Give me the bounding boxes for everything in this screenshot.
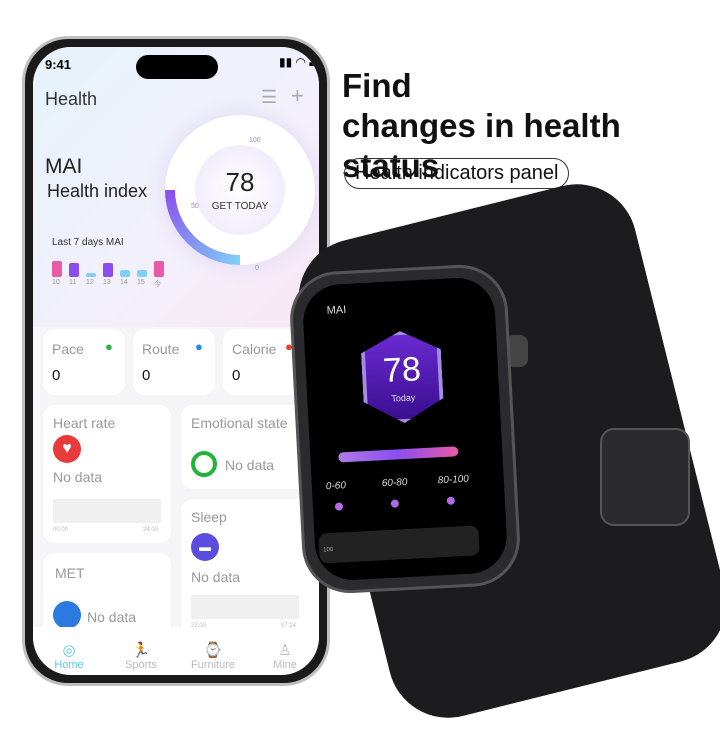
tag-pill: Health indicators panel <box>344 158 570 189</box>
sleep-chart <box>191 595 299 619</box>
page-title: Health <box>45 89 98 109</box>
watch-score: 78 <box>382 350 422 391</box>
week-day: 15 <box>137 279 145 286</box>
stat-card-pace[interactable]: Pace ● 0 <box>43 329 125 395</box>
tick-100: 100 <box>249 137 261 144</box>
stat-value: 0 <box>52 367 61 384</box>
layout-icon[interactable]: ☰ <box>261 87 277 108</box>
week-day: 10 <box>52 279 60 286</box>
heart-rate-card[interactable]: Heart rate ♥ No data 00:00 24:00 <box>43 405 171 543</box>
add-icon[interactable]: + <box>291 83 304 109</box>
phone-screen: 9:41 ▮▮ ◠ ▬ Health ☰ + MAI Health index … <box>33 47 319 675</box>
stat-label: Route <box>142 341 180 357</box>
heart-icon: ♥ <box>53 435 81 463</box>
shoe-icon: ● <box>105 339 113 354</box>
week-days: 10 11 12 13 14 15 今 <box>52 279 172 289</box>
watch-screen: MAI 78 Today 100 0-60 60-80 80-100 <box>301 276 509 582</box>
card-title: MET <box>55 565 85 581</box>
tab-furniture[interactable]: ⌚ Furniture <box>183 641 243 671</box>
stat-label: Pace <box>52 341 84 357</box>
headline-line1: Find <box>342 67 412 104</box>
week-bar <box>103 262 113 277</box>
mai-gauge: 78 GET TODAY 100 50 0 <box>165 115 315 272</box>
card-status: No data <box>53 469 103 485</box>
week-day: 12 <box>86 279 94 286</box>
heart-chart <box>53 499 161 523</box>
tab-label: Home <box>54 659 84 671</box>
dynamic-island <box>136 55 218 79</box>
week-label: Last 7 days MAI <box>52 237 124 248</box>
phone: 9:41 ▮▮ ◠ ▬ Health ☰ + MAI Health index … <box>22 36 330 686</box>
tab-label: Mine <box>273 659 297 671</box>
sleep-card[interactable]: Sleep ▬ No data 22:00 07:24 <box>181 499 319 639</box>
tab-sports[interactable]: 🏃 Sports <box>111 641 171 671</box>
stat-value: 0 <box>142 367 151 384</box>
watch-title: MAI <box>326 303 347 317</box>
sports-icon: 🏃 <box>131 642 151 659</box>
score: 78 <box>225 167 255 197</box>
mai-label: MAI <box>45 155 83 178</box>
tick-50: 50 <box>191 203 199 210</box>
user-icon: ♙ <box>278 642 292 659</box>
met-icon <box>53 601 81 629</box>
range-dot <box>334 502 344 511</box>
tab-mine[interactable]: ♙ Mine <box>255 641 315 671</box>
card-title: Sleep <box>191 509 227 525</box>
status-time: 9:41 <box>45 57 72 72</box>
week-bar <box>120 269 130 277</box>
location-pin-icon: ● <box>195 339 203 354</box>
range-dot <box>446 496 456 505</box>
chart-label: 100 <box>323 546 334 554</box>
week-bars <box>52 257 172 277</box>
card-status: No data <box>87 609 137 625</box>
stat-card-route[interactable]: Route ● 0 <box>133 329 215 395</box>
week-bar <box>52 260 62 277</box>
week-bar <box>69 262 79 277</box>
tick-0: 0 <box>255 265 259 272</box>
week-bar <box>137 269 147 277</box>
stat-label: Calorie <box>232 341 277 357</box>
score-hexagon: 78 Today <box>360 329 445 425</box>
score-caption: GET TODAY <box>211 201 269 212</box>
smile-icon <box>191 451 217 477</box>
strap-buckle <box>600 428 690 526</box>
bed-icon: ▬ <box>191 533 219 561</box>
stat-value: 0 <box>232 367 241 384</box>
range-label: 60-80 <box>381 476 408 490</box>
week-bar <box>86 273 96 277</box>
week-day: 11 <box>69 279 77 286</box>
home-icon: ◎ <box>62 642 76 659</box>
range-label: 0-60 <box>325 480 347 493</box>
range-bar <box>338 446 459 463</box>
week-day: 13 <box>103 279 111 286</box>
health-index-label: Health index <box>47 181 148 201</box>
week-bar <box>154 260 164 277</box>
status-icons: ▮▮ ◠ ▬ <box>279 55 319 69</box>
watch-icon: ⌚ <box>203 642 223 659</box>
watch-case: MAI 78 Today 100 0-60 60-80 80-100 <box>287 262 523 596</box>
time-end: 24:00 <box>143 527 159 533</box>
tab-label: Furniture <box>190 659 236 671</box>
watch-caption: Today <box>391 392 416 404</box>
week-day: 14 <box>120 279 128 286</box>
range-label: 80-100 <box>437 473 470 487</box>
range-dot <box>390 499 400 508</box>
card-status: No data <box>191 569 241 585</box>
week-day: 今 <box>154 281 161 288</box>
history-chart: 100 <box>318 525 480 564</box>
tab-home[interactable]: ◎ Home <box>39 641 99 671</box>
gauge-center: 78 GET TODAY <box>195 145 285 235</box>
card-title: Emotional state <box>191 415 288 431</box>
card-status: No data <box>225 457 275 473</box>
card-title: Heart rate <box>53 415 116 431</box>
time-start: 00:00 <box>53 527 69 533</box>
tab-label: Sports <box>125 659 157 671</box>
